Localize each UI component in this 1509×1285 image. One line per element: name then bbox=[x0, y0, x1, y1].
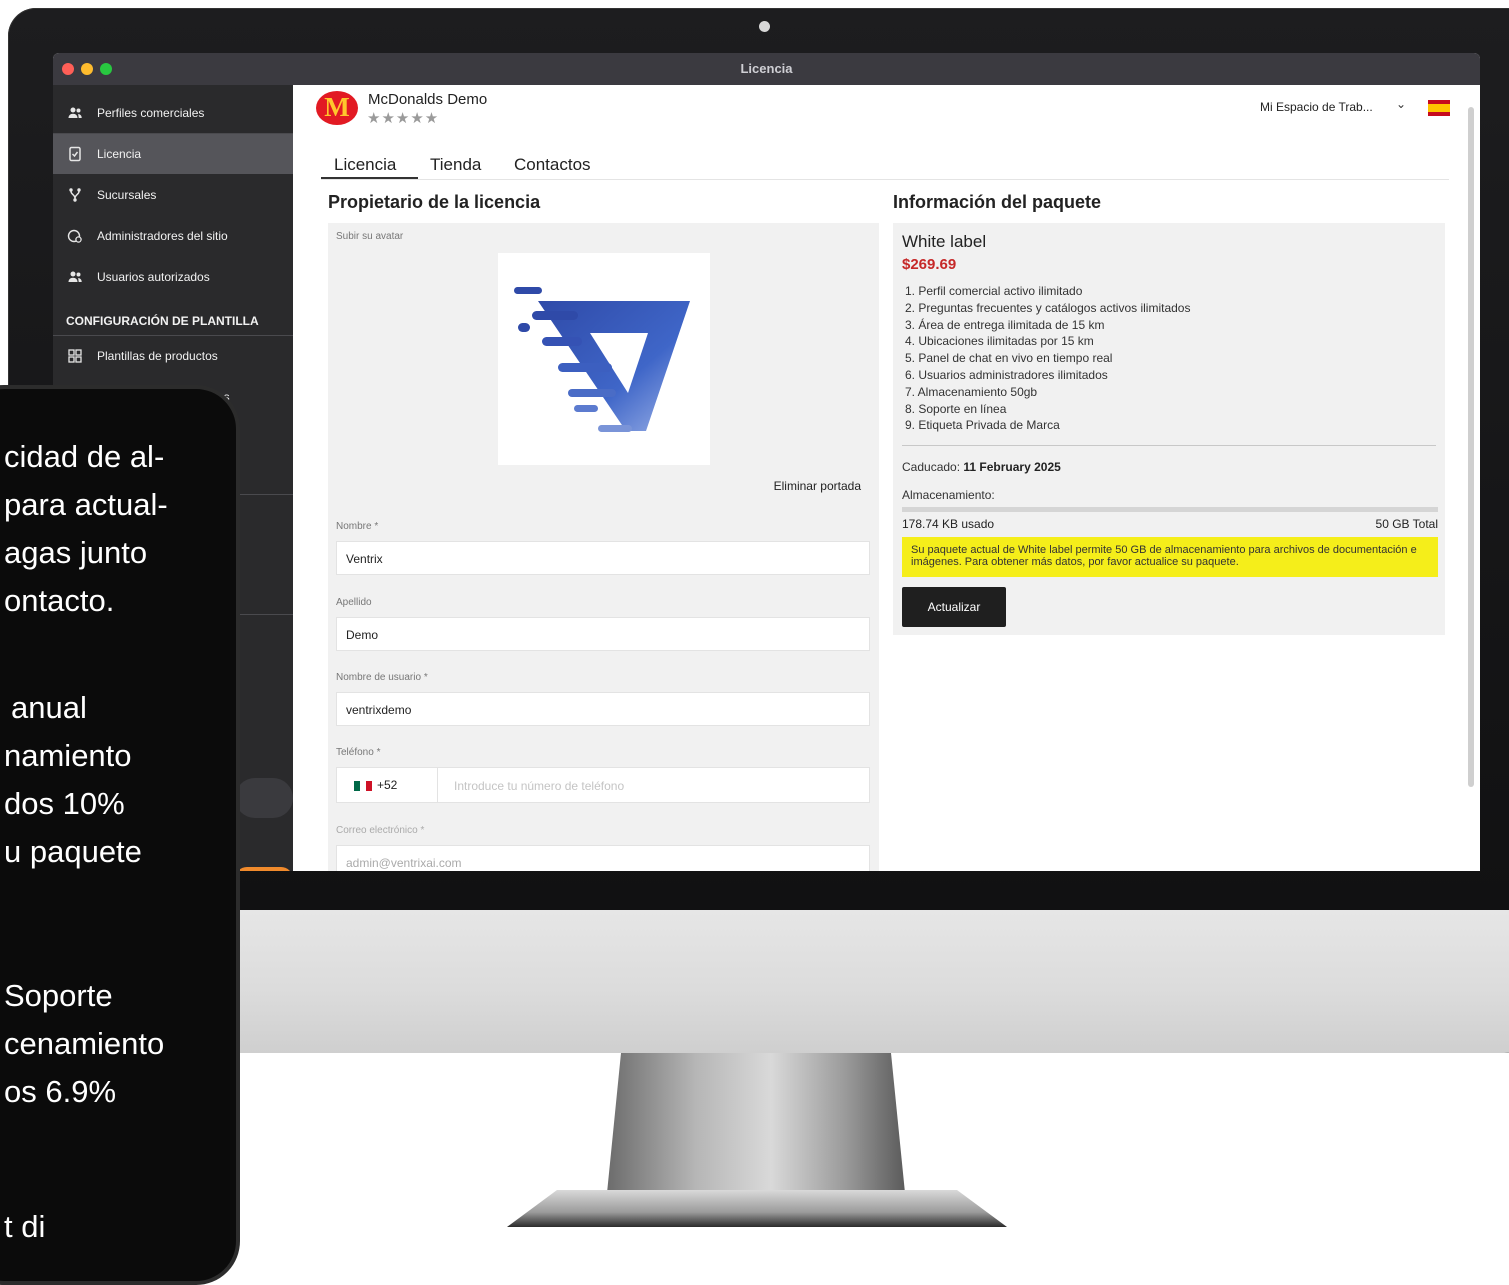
phone-text-line: os 6.9% bbox=[4, 1074, 117, 1109]
workspace-selector[interactable]: Mi Espacio de Trab... bbox=[1260, 100, 1373, 114]
storage-progress-bar bbox=[902, 507, 1438, 512]
rating-stars: ★★★★★ bbox=[367, 110, 440, 127]
chevron-down-icon[interactable]: ⌄ bbox=[1396, 97, 1406, 111]
sidebar-item-licencia[interactable]: Licencia bbox=[53, 134, 293, 174]
owner-panel: Subir su avatar Eliminar portada Nombre … bbox=[328, 223, 879, 871]
phone-text-line: anual bbox=[11, 690, 87, 725]
storage-label: Almacenamiento: bbox=[902, 488, 995, 502]
username-label: Nombre de usuario * bbox=[336, 672, 428, 683]
owner-section-title: Propietario de la licencia bbox=[328, 192, 541, 212]
tab-licencia[interactable]: Licencia bbox=[334, 155, 396, 175]
phone-text-line: para actual- bbox=[4, 487, 168, 522]
main-scrollbar[interactable] bbox=[1468, 107, 1474, 787]
sidebar-item-perfiles[interactable]: Perfiles comerciales bbox=[53, 93, 293, 133]
plan-price: $269.69 bbox=[902, 256, 957, 273]
avatar-upload-label: Subir su avatar bbox=[336, 231, 404, 242]
license-icon bbox=[67, 146, 83, 162]
imac-stand bbox=[606, 1053, 906, 1203]
list-item: 8. Soporte en línea bbox=[905, 401, 1007, 416]
package-panel: White label $269.69 1. Perfil comercial … bbox=[893, 223, 1445, 635]
sidebar-item-label: Perfiles comerciales bbox=[97, 106, 205, 120]
phone-text-line: dos 10% bbox=[4, 786, 125, 821]
sidebar-item-label: Licencia bbox=[97, 147, 142, 161]
sidebar-section-heading: CONFIGURACIÓN DE PLANTILLA bbox=[66, 314, 259, 328]
tabs-divider bbox=[321, 179, 1449, 180]
avatar-upload[interactable] bbox=[498, 253, 710, 465]
sidebar-item-label: Plantillas de productos bbox=[97, 349, 218, 363]
users-icon bbox=[67, 105, 83, 121]
tab-tienda[interactable]: Tienda bbox=[430, 155, 481, 175]
divider bbox=[902, 445, 1436, 446]
phone-text-line: agas junto bbox=[4, 535, 148, 570]
phone-text-line: u paquete bbox=[4, 834, 142, 869]
active-tab-indicator bbox=[321, 177, 418, 179]
list-item: 6. Usuarios administradores ilimitados bbox=[905, 367, 1108, 382]
storage-total: 50 GB Total bbox=[1375, 517, 1438, 531]
grid-icon bbox=[67, 348, 83, 364]
list-item: 5. Panel de chat en vivo en tiempo real bbox=[905, 351, 1113, 366]
remove-cover-link[interactable]: Eliminar portada bbox=[774, 479, 861, 493]
list-item: 1. Perfil comercial activo ilimitado bbox=[905, 284, 1083, 298]
sidebar-item-label: Usuarios autorizados bbox=[97, 270, 210, 284]
phone-text-line: t di bbox=[4, 1209, 46, 1244]
app-window: Licencia Perfiles comerciales Licencia S… bbox=[53, 53, 1480, 871]
feature-list: 1. Perfil comercial activo ilimitado 2. … bbox=[905, 283, 1190, 434]
sidebar-item-label: Administradores del sitio bbox=[97, 229, 228, 243]
mexico-flag-icon bbox=[354, 781, 372, 791]
logo-letter: M bbox=[324, 92, 350, 122]
phone-text-line: namiento bbox=[4, 738, 132, 773]
country-code: +52 bbox=[377, 778, 398, 792]
expiry-date: 11 February 2025 bbox=[963, 460, 1061, 474]
phone-text-line: ontacto. bbox=[4, 583, 115, 618]
tab-contactos[interactable]: Contactos bbox=[514, 155, 591, 175]
storage-notice: Su paquete actual de White label permite… bbox=[902, 537, 1438, 577]
admin-icon bbox=[67, 228, 83, 244]
title-bar: Licencia bbox=[53, 53, 1480, 85]
brand-logo: M bbox=[316, 91, 358, 125]
username-input[interactable]: ventrixdemo bbox=[336, 692, 870, 726]
sidebar-item-usuarios[interactable]: Usuarios autorizados bbox=[53, 257, 293, 297]
sidebar-upgrade-button[interactable]: ualizar bbox=[235, 867, 293, 871]
language-flag-icon[interactable] bbox=[1428, 100, 1450, 116]
sidebar-item-administradores[interactable]: Administradores del sitio bbox=[53, 216, 293, 256]
storage-used: 178.74 KB usado bbox=[902, 517, 995, 531]
phone-mockup: cidad de al- para actual- agas junto ont… bbox=[0, 385, 240, 1285]
last-name-input[interactable]: Demo bbox=[336, 617, 870, 651]
window-title: Licencia bbox=[740, 61, 793, 76]
sidebar-pill[interactable] bbox=[235, 778, 293, 818]
users-icon bbox=[67, 269, 83, 285]
camera-icon bbox=[759, 21, 770, 32]
sidebar-item-plantillas[interactable]: Plantillas de productos bbox=[53, 336, 293, 376]
list-item: 2. Preguntas frecuentes y catálogos acti… bbox=[905, 300, 1191, 315]
branch-icon bbox=[67, 187, 83, 203]
list-item: 4. Ubicaciones ilimitadas por 15 km bbox=[905, 334, 1094, 349]
email-input[interactable]: admin@ventrixai.com bbox=[336, 845, 870, 871]
list-item: 3. Área de entrega ilimitada de 15 km bbox=[905, 317, 1105, 332]
expiry-info: Caducado: 11 February 2025 bbox=[902, 460, 1061, 474]
last-name-label: Apellido bbox=[336, 597, 372, 608]
email-label: Correo electrónico * bbox=[336, 825, 425, 836]
imac-stand-base bbox=[507, 1190, 1007, 1227]
phone-input[interactable]: Introduce tu número de teléfono bbox=[438, 767, 870, 803]
phone-label: Teléfono * bbox=[336, 747, 381, 758]
phone-text-line: Soporte bbox=[4, 978, 113, 1013]
phone-text-line: cidad de al- bbox=[4, 439, 165, 474]
upgrade-button[interactable]: Actualizar bbox=[902, 587, 1006, 627]
first-name-label: Nombre * bbox=[336, 521, 379, 532]
sidebar-item-label: Sucursales bbox=[97, 188, 157, 202]
expiry-label: Caducado: bbox=[902, 460, 961, 474]
business-name: McDonalds Demo bbox=[368, 91, 488, 108]
list-item: 9. Etiqueta Privada de Marca bbox=[905, 418, 1060, 433]
sidebar-item-sucursales[interactable]: Sucursales bbox=[53, 175, 293, 215]
country-code-select[interactable]: +52 bbox=[336, 767, 438, 803]
package-section-title: Información del paquete bbox=[893, 192, 1102, 212]
ventrix-logo bbox=[514, 287, 690, 432]
main-content: M McDonalds Demo ★★★★★ Mi Espacio de Tra… bbox=[293, 85, 1480, 871]
list-item: 7. Almacenamiento 50gb bbox=[905, 384, 1038, 399]
phone-text-line: cenamiento bbox=[4, 1026, 165, 1061]
plan-name: White label bbox=[902, 232, 987, 251]
first-name-input[interactable]: Ventrix bbox=[336, 541, 870, 575]
